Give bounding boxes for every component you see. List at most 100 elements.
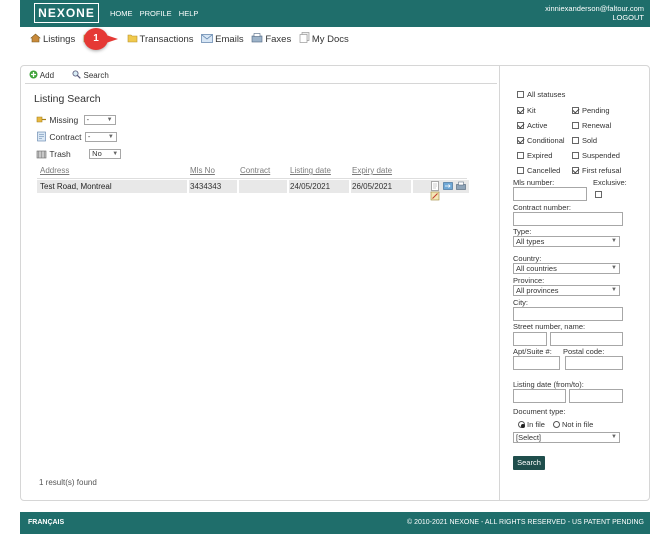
missing-filter: Missing - ▼ bbox=[36, 114, 116, 126]
contract-number-input[interactable] bbox=[513, 212, 623, 226]
table-row[interactable]: Test Road, Montreal 3434343 24/05/2021 2… bbox=[37, 180, 469, 201]
nav-help[interactable]: HELP bbox=[179, 9, 199, 18]
checkbox[interactable] bbox=[572, 107, 579, 114]
nav-home[interactable]: HOME bbox=[110, 9, 133, 18]
nav-transactions[interactable]: Transactions bbox=[127, 33, 194, 45]
status-sold[interactable]: Sold bbox=[572, 136, 597, 145]
nav-emails[interactable]: Emails bbox=[201, 34, 244, 45]
contract-select[interactable]: - ▼ bbox=[84, 131, 117, 142]
type-select[interactable]: All types ▼ bbox=[513, 236, 620, 247]
cell-expiry-date: 26/05/2021 bbox=[352, 182, 393, 191]
nav-profile[interactable]: PROFILE bbox=[140, 9, 172, 18]
user-email[interactable]: xinniexanderson@faltour.com bbox=[545, 4, 644, 13]
main-panel: Add Search Listing Search Missing - ▼ Con… bbox=[20, 65, 650, 501]
row-separator bbox=[411, 180, 413, 193]
header-underline bbox=[37, 178, 467, 179]
type-label: Type: bbox=[513, 227, 532, 236]
nav-listings[interactable]: Listings bbox=[30, 33, 75, 45]
city-label: City: bbox=[513, 298, 528, 307]
search-icon bbox=[72, 70, 81, 79]
results-count: 1 result(s) found bbox=[39, 478, 97, 487]
row-separator bbox=[187, 180, 189, 193]
language-link[interactable]: FRANÇAIS bbox=[28, 519, 64, 526]
user-box: xinniexanderson@faltour.com LOGOUT bbox=[545, 4, 644, 22]
listing-date-from-input[interactable] bbox=[513, 389, 566, 403]
col-contract[interactable]: Contract bbox=[240, 166, 270, 175]
trash-filter: Trash No ▼ bbox=[36, 148, 122, 160]
edit-icon[interactable] bbox=[430, 191, 440, 201]
checkbox[interactable] bbox=[517, 107, 524, 114]
checkbox[interactable] bbox=[517, 152, 524, 159]
checkbox[interactable] bbox=[517, 91, 524, 98]
col-mls-no[interactable]: Mls No bbox=[190, 166, 215, 175]
exclusive-checkbox[interactable] bbox=[595, 190, 605, 199]
status-conditional[interactable]: Conditional bbox=[517, 136, 565, 145]
search-toggle-button[interactable]: Search bbox=[72, 70, 117, 80]
checkbox[interactable] bbox=[517, 167, 524, 174]
send-icon[interactable] bbox=[443, 181, 454, 191]
listing-toolbar: Add Search bbox=[29, 70, 125, 80]
status-kit[interactable]: Kit bbox=[517, 106, 536, 115]
missing-select[interactable]: - ▼ bbox=[83, 114, 116, 125]
checkbox[interactable] bbox=[572, 122, 579, 129]
street-number-input[interactable] bbox=[513, 332, 547, 346]
status-cancelled[interactable]: Cancelled bbox=[517, 166, 560, 175]
search-button[interactable]: Search bbox=[513, 456, 545, 470]
print-icon[interactable] bbox=[456, 181, 467, 191]
panel-divider bbox=[499, 66, 500, 500]
trash-select[interactable]: No ▼ bbox=[89, 148, 122, 159]
province-label: Province: bbox=[513, 276, 545, 285]
country-select[interactable]: All countries ▼ bbox=[513, 263, 620, 274]
contract-icon bbox=[37, 131, 46, 142]
radio[interactable] bbox=[553, 421, 560, 428]
status-expired[interactable]: Expired bbox=[517, 151, 552, 160]
checkbox[interactable] bbox=[595, 191, 602, 198]
nav-mydocs[interactable]: My Docs bbox=[299, 32, 349, 45]
postal-code-input[interactable] bbox=[565, 356, 623, 370]
main-nav: Listings Transactions Emails Faxes My Do… bbox=[30, 32, 354, 46]
chevron-down-icon: ▼ bbox=[611, 287, 617, 293]
cell-mls: 3434343 bbox=[190, 182, 222, 191]
listing-date-label: Listing date (from/to): bbox=[513, 380, 584, 389]
col-expiry-date[interactable]: Expiry date bbox=[352, 166, 392, 175]
home-icon bbox=[30, 33, 41, 43]
status-first-refusal[interactable]: First refusal bbox=[572, 166, 621, 175]
city-input[interactable] bbox=[513, 307, 623, 321]
province-select[interactable]: All provinces ▼ bbox=[513, 285, 620, 296]
apt-input[interactable] bbox=[513, 356, 560, 370]
street-name-input[interactable] bbox=[550, 332, 623, 346]
row-separator bbox=[349, 180, 351, 193]
nexone-logo[interactable]: NEXONE bbox=[34, 3, 99, 23]
in-file-radio[interactable]: In file bbox=[518, 420, 545, 429]
logout-link[interactable]: LOGOUT bbox=[545, 13, 644, 22]
add-button[interactable]: Add bbox=[29, 70, 64, 80]
mls-number-input[interactable] bbox=[513, 187, 587, 201]
status-pending[interactable]: Pending bbox=[572, 106, 610, 115]
top-nav: HOME PROFILE HELP bbox=[110, 9, 203, 18]
checkbox[interactable] bbox=[517, 122, 524, 129]
folder-icon bbox=[127, 34, 137, 43]
not-in-file-radio[interactable]: Not in file bbox=[553, 420, 593, 429]
checkbox[interactable] bbox=[517, 137, 524, 144]
document-type-select[interactable]: [Select] ▼ bbox=[513, 432, 620, 443]
col-listing-date[interactable]: Listing date bbox=[290, 166, 331, 175]
nav-faxes[interactable]: Faxes bbox=[251, 33, 291, 45]
status-renewal[interactable]: Renewal bbox=[572, 121, 611, 130]
document-icon[interactable] bbox=[430, 181, 440, 191]
checkbox[interactable] bbox=[572, 152, 579, 159]
checkbox[interactable] bbox=[572, 137, 579, 144]
toolbar-divider bbox=[25, 83, 497, 84]
radio[interactable] bbox=[518, 421, 525, 428]
trash-icon bbox=[36, 150, 47, 159]
row-separator bbox=[287, 180, 289, 193]
checkbox[interactable] bbox=[572, 167, 579, 174]
all-statuses-checkbox[interactable]: All statuses bbox=[517, 90, 565, 99]
fax-icon bbox=[252, 33, 263, 43]
chevron-down-icon: ▼ bbox=[611, 238, 617, 244]
add-icon bbox=[29, 70, 38, 79]
footer: FRANÇAIS © 2010-2021 NEXONE - ALL RIGHTS… bbox=[20, 512, 650, 534]
status-suspended[interactable]: Suspended bbox=[572, 151, 620, 160]
status-active[interactable]: Active bbox=[517, 121, 547, 130]
col-address[interactable]: Address bbox=[40, 166, 69, 175]
listing-date-to-input[interactable] bbox=[569, 389, 623, 403]
